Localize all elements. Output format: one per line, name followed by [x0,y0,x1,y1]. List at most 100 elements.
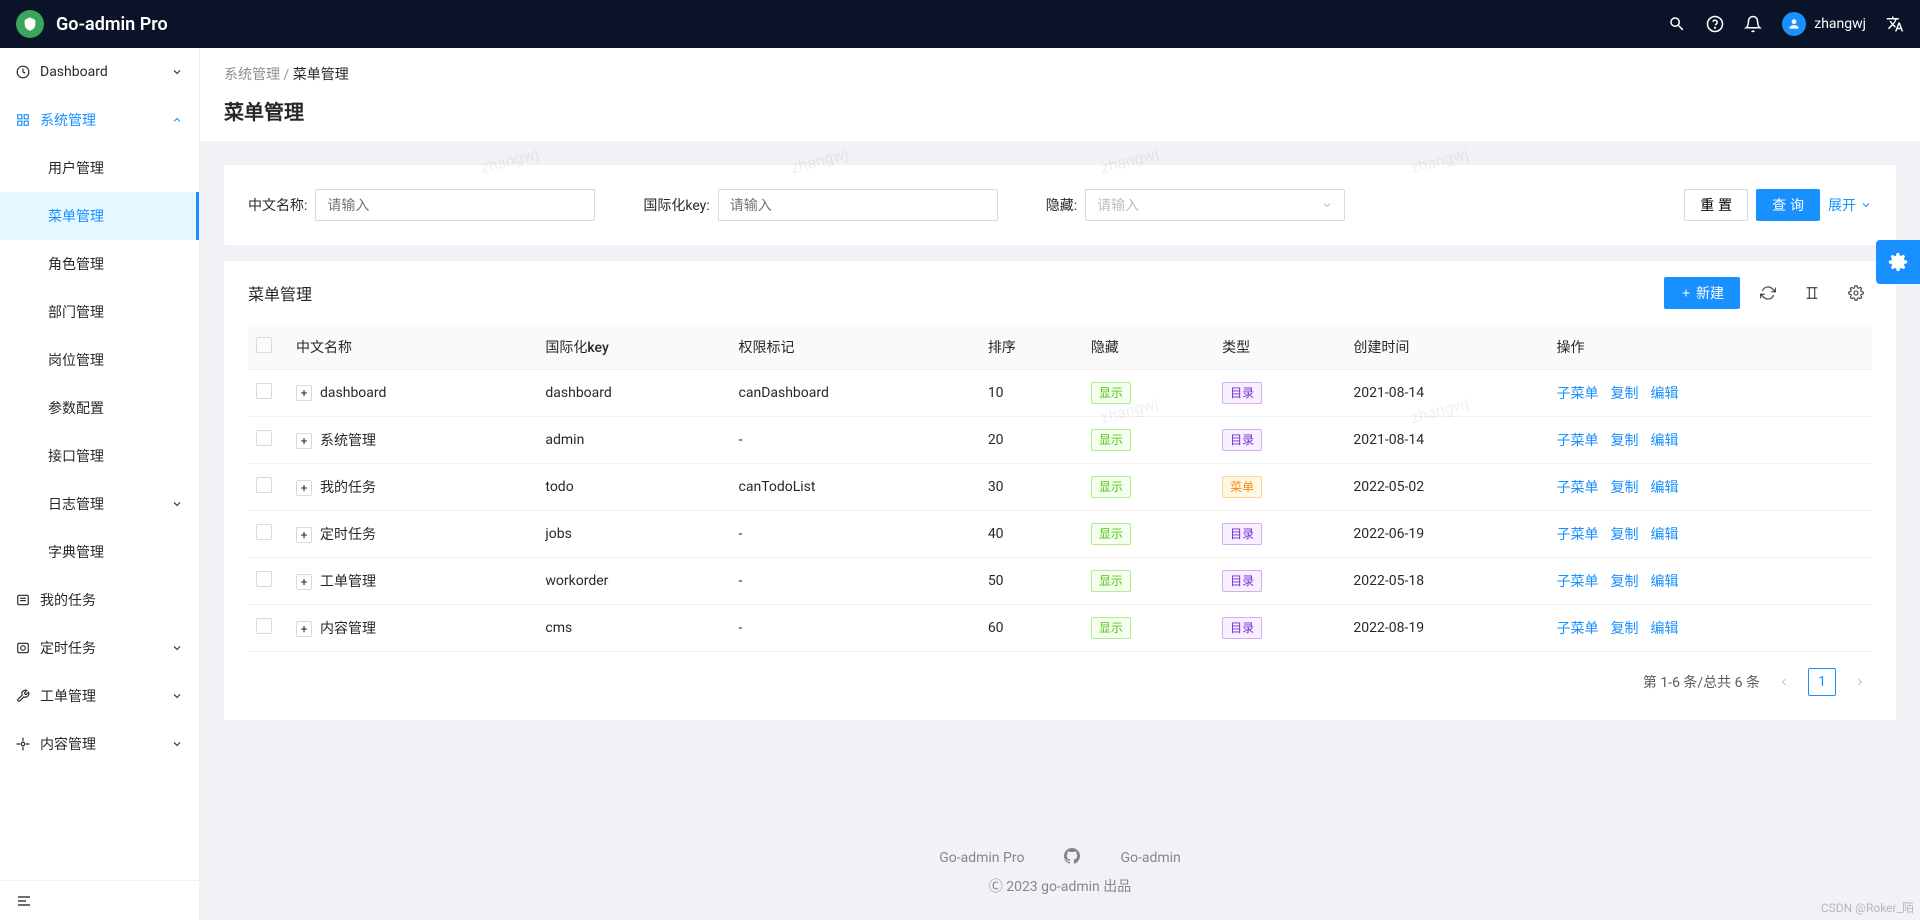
sidebar-subitem[interactable]: 日志管理 [0,480,199,528]
sidebar-subitem[interactable]: 参数配置 [0,384,199,432]
type-tag: 目录 [1222,570,1262,592]
col-hidden: 隐藏 [1083,325,1214,370]
hidden-select[interactable]: 请输入 [1085,189,1345,221]
cell-created: 2022-06-19 [1345,511,1548,558]
col-key: 国际化key [537,325,730,370]
footer-link-pro[interactable]: Go-admin Pro [939,850,1024,866]
sidebar-subitem[interactable]: 菜单管理 [0,192,199,240]
expand-row[interactable]: + [296,433,312,449]
sidebar-collapse[interactable] [0,880,199,920]
new-button[interactable]: 新建 [1664,277,1740,309]
type-tag: 目录 [1222,617,1262,639]
language-icon[interactable] [1886,15,1904,33]
reload-icon[interactable] [1752,277,1784,309]
col-name: 中文名称 [288,325,537,370]
expand-link[interactable]: 展开 [1828,195,1872,215]
cell-key: jobs [537,511,730,558]
pagination-summary: 第 1-6 条/总共 6 条 [1643,672,1760,692]
tool-icon [16,689,30,703]
cell-name: 我的任务 [320,480,376,496]
sidebar-item[interactable]: 系统管理 [0,96,199,144]
row-checkbox[interactable] [256,477,272,493]
sidebar-subitem[interactable]: 岗位管理 [0,336,199,384]
hidden-tag: 显示 [1091,617,1131,639]
data-table: 中文名称 国际化key 权限标记 排序 隐藏 类型 创建时间 操作 +dashb… [248,325,1872,652]
cell-sort: 40 [980,511,1083,558]
copy-link[interactable]: 复制 [1611,618,1639,638]
expand-row[interactable]: + [296,574,312,590]
submenu-link[interactable]: 子菜单 [1557,524,1599,544]
cell-perm: - [731,605,980,652]
page-1[interactable]: 1 [1808,668,1836,696]
edit-link[interactable]: 编辑 [1651,383,1679,403]
search-icon[interactable] [1668,15,1686,33]
sidebar-item-label: 角色管理 [48,254,183,274]
hidden-tag: 显示 [1091,382,1131,404]
edit-link[interactable]: 编辑 [1651,477,1679,497]
page-title: 菜单管理 [224,96,1896,125]
bell-icon[interactable] [1744,15,1762,33]
cell-sort: 50 [980,558,1083,605]
next-page[interactable] [1848,670,1872,694]
row-checkbox[interactable] [256,618,272,634]
sidebar-subitem[interactable]: 部门管理 [0,288,199,336]
help-icon[interactable] [1706,15,1724,33]
edit-link[interactable]: 编辑 [1651,618,1679,638]
submenu-link[interactable]: 子菜单 [1557,618,1599,638]
copy-link[interactable]: 复制 [1611,477,1639,497]
name-input[interactable] [315,189,595,221]
row-checkbox[interactable] [256,571,272,587]
hidden-tag: 显示 [1091,570,1131,592]
copy-link[interactable]: 复制 [1611,524,1639,544]
github-icon[interactable] [1064,848,1080,868]
submenu-link[interactable]: 子菜单 [1557,430,1599,450]
cell-key: admin [537,417,730,464]
edit-link[interactable]: 编辑 [1651,524,1679,544]
table-row: +我的任务 todo canTodoList 30 显示 菜单 2022-05-… [248,464,1872,511]
sidebar-item[interactable]: 工单管理 [0,672,199,720]
type-tag: 菜单 [1222,476,1262,498]
settings-icon[interactable] [1840,277,1872,309]
select-all-checkbox[interactable] [256,337,272,353]
submenu-link[interactable]: 子菜单 [1557,383,1599,403]
density-icon[interactable] [1796,277,1828,309]
copy-link[interactable]: 复制 [1611,571,1639,591]
sidebar-subitem[interactable]: 用户管理 [0,144,199,192]
copy-link[interactable]: 复制 [1611,430,1639,450]
expand-row[interactable]: + [296,527,312,543]
row-checkbox[interactable] [256,383,272,399]
cell-created: 2021-08-14 [1345,417,1548,464]
cell-key: todo [537,464,730,511]
sidebar-item[interactable]: 内容管理 [0,720,199,768]
row-checkbox[interactable] [256,524,272,540]
username: zhangwj [1814,16,1866,32]
sidebar-item[interactable]: Dashboard [0,48,199,96]
cell-name: 系统管理 [320,433,376,449]
submenu-link[interactable]: 子菜单 [1557,477,1599,497]
footer-link-admin[interactable]: Go-admin [1120,850,1180,866]
copy-link[interactable]: 复制 [1611,383,1639,403]
expand-row[interactable]: + [296,480,312,496]
cell-key: workorder [537,558,730,605]
edit-link[interactable]: 编辑 [1651,430,1679,450]
submenu-link[interactable]: 子菜单 [1557,571,1599,591]
copyright: Ⓒ 2023 go-admin 出品 [224,876,1896,896]
sidebar-subitem[interactable]: 接口管理 [0,432,199,480]
row-checkbox[interactable] [256,430,272,446]
sidebar-item[interactable]: 我的任务 [0,576,199,624]
breadcrumb-a[interactable]: 系统管理 [224,67,280,83]
sidebar-subitem[interactable]: 字典管理 [0,528,199,576]
sidebar-item-label: 我的任务 [40,590,183,610]
cell-sort: 10 [980,370,1083,417]
key-input[interactable] [718,189,998,221]
theme-settings-button[interactable] [1876,240,1920,284]
reset-button[interactable]: 重 置 [1684,189,1748,221]
expand-row[interactable]: + [296,385,312,401]
query-button[interactable]: 查 询 [1756,189,1820,221]
user-menu[interactable]: zhangwj [1782,12,1866,36]
prev-page[interactable] [1772,670,1796,694]
edit-link[interactable]: 编辑 [1651,571,1679,591]
sidebar-subitem[interactable]: 角色管理 [0,240,199,288]
expand-row[interactable]: + [296,621,312,637]
sidebar-item[interactable]: 定时任务 [0,624,199,672]
